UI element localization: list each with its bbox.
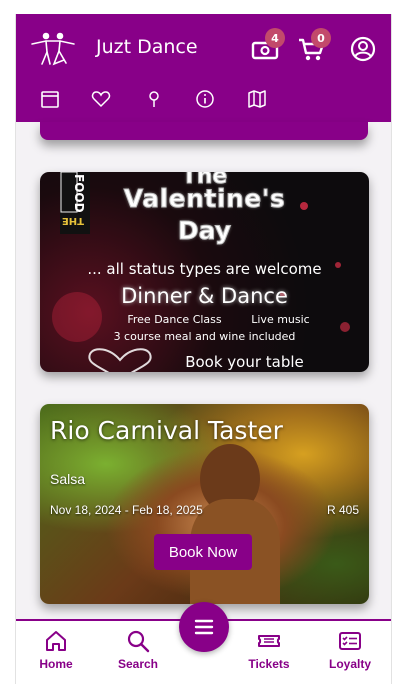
cart-badge: 0 [311,28,331,48]
ticket-icon [258,635,280,647]
info-icon[interactable] [194,88,216,110]
poster-title: Valentine's [123,184,286,214]
featured-card-bottom[interactable] [40,122,368,140]
event-category: Salsa [50,471,86,487]
book-now-button[interactable]: Book Now [154,534,252,570]
app-header: Juzt Dance 4 0 [16,14,391,122]
event-card-rio[interactable]: Rio Carnival Taster Salsa Nov 18, 2024 -… [40,404,369,604]
tickets-badge: 4 [265,28,285,48]
poster-line-5: Dinner & Dance [121,284,288,308]
nav-search-label: Search [117,657,159,671]
app-frame: Juzt Dance 4 0 FOOD THE The Valentine's … [15,14,392,684]
nav-home-label: Home [39,657,73,671]
account-icon[interactable] [348,34,378,64]
sub-navigation [16,86,391,116]
poster-line-3: Day [177,216,232,246]
search-icon [127,630,150,653]
event-price: R 405 [326,503,359,517]
dancers-logo-icon[interactable] [30,30,76,66]
loyalty-card-icon [339,632,361,650]
map-pin-icon[interactable] [143,88,165,110]
menu-icon [194,619,214,635]
nav-tickets[interactable]: Tickets [239,629,299,671]
nav-search[interactable]: Search [108,629,168,671]
calendar-icon[interactable] [39,88,61,110]
app-title: Juzt Dance [96,36,198,58]
event-card-valentines[interactable]: FOOD THE The Valentine's Day ... all sta… [40,172,369,372]
map-icon[interactable] [246,88,268,110]
poster-line-6b: Live music [251,313,310,326]
event-dates: Nov 18, 2024 - Feb 18, 2025 [50,503,203,517]
nav-home[interactable]: Home [26,629,86,671]
poster-line-7: 3 course meal and wine included [113,330,296,343]
heart-icon[interactable] [90,88,112,110]
event-title: Rio Carnival Taster [50,416,283,445]
home-icon [46,631,66,651]
poster-line-8: Book your table [185,353,304,371]
poster-line-4: ... all status types are welcome [87,260,322,278]
menu-fab-button[interactable] [179,602,229,652]
nav-loyalty[interactable]: Loyalty [320,629,380,671]
nav-loyalty-label: Loyalty [328,657,371,671]
nav-tickets-label: Tickets [248,657,290,671]
